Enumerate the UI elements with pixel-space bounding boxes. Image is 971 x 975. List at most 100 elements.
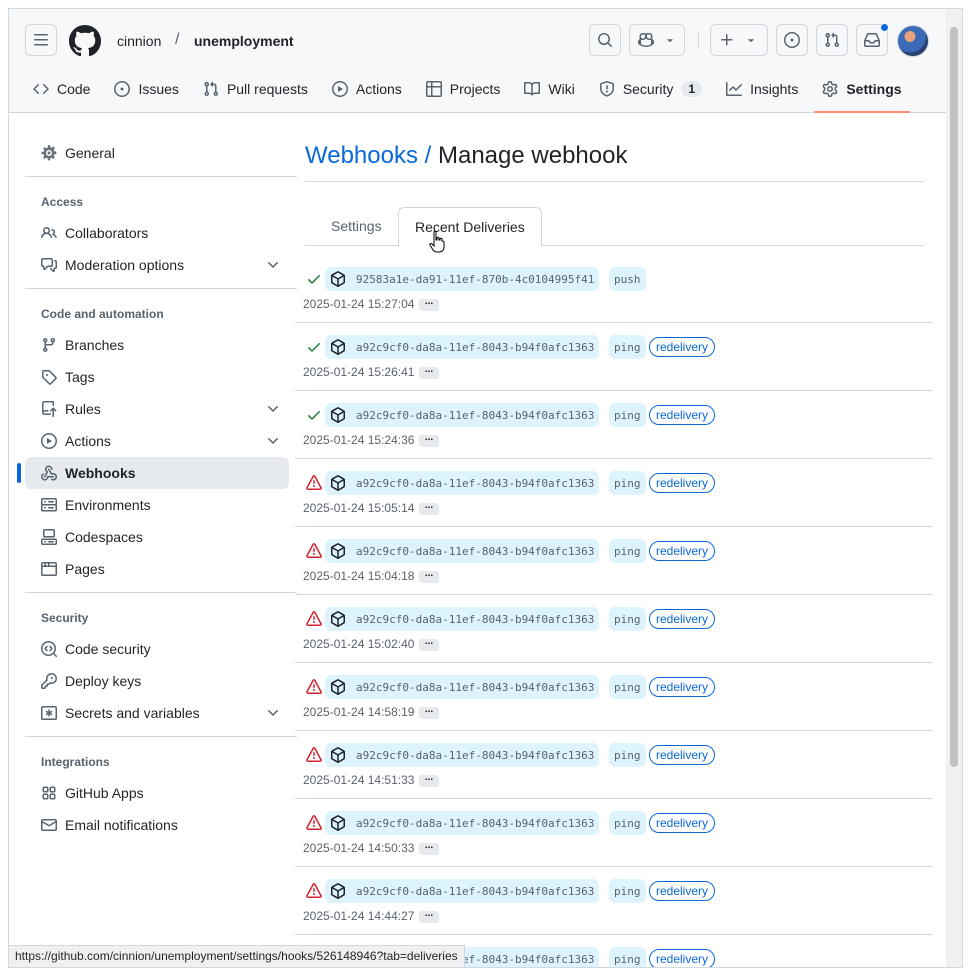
redelivery-badge: redelivery [649, 337, 716, 357]
delivery-guid[interactable]: a92c9cf0-da8a-11ef-8043-b94f0afc1363 [325, 335, 600, 359]
repo-header: cinnion / unemployment Code Issues Pull … [9, 9, 962, 113]
breadcrumb-owner[interactable]: cinnion [117, 33, 161, 49]
sidebar-item-webhooks[interactable]: Webhooks [17, 457, 289, 489]
delivery-guid[interactable]: a92c9cf0-da8a-11ef-8043-b94f0afc1363 [325, 403, 600, 427]
create-new-button[interactable] [710, 24, 768, 56]
delivery-row[interactable]: a92c9cf0-da8a-11ef-8043-b94f0afc1363 ping… [295, 391, 933, 459]
sidebar-item-code-security[interactable]: Code security [25, 633, 289, 665]
codescan-icon [41, 641, 57, 657]
delivery-guid-text: a92c9cf0-da8a-11ef-8043-b94f0afc1363 [356, 748, 595, 762]
sidebar-item-general[interactable]: General [25, 137, 289, 169]
delivery-time: 2025-01-24 14:51:33 [303, 773, 415, 787]
server-icon [41, 498, 57, 512]
avatar[interactable] [897, 25, 929, 57]
delivery-guid[interactable]: a92c9cf0-da8a-11ef-8043-b94f0afc1363 [325, 811, 600, 835]
sidebar-item-branches[interactable]: Branches [25, 329, 289, 361]
code-icon [33, 83, 49, 95]
delivery-more-button[interactable]: ... [419, 773, 439, 787]
delivery-row[interactable]: a92c9cf0-da8a-11ef-8043-b94f0afc1363 ping… [295, 663, 933, 731]
sidebar-item-email-notifications[interactable]: Email notifications [25, 809, 289, 841]
sidebar-item-label: Webhooks [65, 465, 136, 481]
sidebar-item-tags[interactable]: Tags [25, 361, 289, 393]
delivery-guid[interactable]: a92c9cf0-da8a-11ef-8043-b94f0afc1363 [325, 607, 600, 631]
check-icon [308, 275, 320, 284]
webhooks-breadcrumb-link[interactable]: Webhooks [305, 142, 418, 169]
sidebar-item-collaborators[interactable]: Collaborators [25, 217, 289, 249]
title-separator: / [417, 142, 438, 169]
sidebar-item-codespaces[interactable]: Codespaces [25, 521, 289, 553]
pull-requests-button[interactable] [816, 24, 848, 56]
delivery-more-button[interactable]: ... [419, 365, 439, 379]
delivery-event: ping [609, 539, 646, 563]
notification-indicator [880, 23, 889, 32]
delivery-time: 2025-01-24 15:04:18 [303, 569, 415, 583]
sidebar-item-secrets[interactable]: Secrets and variables [25, 697, 289, 729]
sidebar-item-github-apps[interactable]: GitHub Apps [25, 777, 289, 809]
delivery-more-button[interactable]: ... [419, 841, 439, 855]
tab-security-label: Security [622, 81, 674, 97]
vertical-scrollbar[interactable] [946, 9, 962, 967]
search-button[interactable] [589, 24, 621, 56]
sidebar-item-environments[interactable]: Environments [25, 489, 289, 521]
delivery-row[interactable]: a92c9cf0-da8a-11ef-8043-b94f0afc1363 ping… [295, 799, 933, 867]
breadcrumb-repo[interactable]: unemployment [194, 33, 294, 49]
delivery-row[interactable]: a92c9cf0-da8a-11ef-8043-b94f0afc1363 ping… [295, 323, 933, 391]
tab-settings[interactable]: Settings [814, 71, 910, 113]
check-icon [308, 343, 320, 352]
redelivery-badge: redelivery [649, 541, 716, 561]
tab-issues[interactable]: Issues [106, 71, 186, 107]
browser-status-url: https://github.com/cinnion/unemployment/… [9, 945, 465, 967]
main-content: Webhooks / Manage webhook Settings Recen… [295, 137, 933, 967]
alert-icon [306, 815, 322, 830]
delivery-more-button[interactable]: ... [419, 297, 439, 311]
delivery-row[interactable]: a92c9cf0-da8a-11ef-8043-b94f0afc1363 ping… [295, 527, 933, 595]
delivery-row[interactable]: a92c9cf0-da8a-11ef-8043-b94f0afc1363 ping… [295, 595, 933, 663]
delivery-more-button[interactable]: ... [419, 705, 439, 719]
delivery-guid[interactable]: a92c9cf0-da8a-11ef-8043-b94f0afc1363 [325, 743, 600, 767]
issues-button[interactable] [776, 24, 808, 56]
delivery-guid-text: a92c9cf0-da8a-11ef-8043-b94f0afc1363 [356, 544, 595, 558]
copilot-button[interactable] [629, 24, 685, 56]
tab-pull-requests[interactable]: Pull requests [195, 71, 316, 107]
subtab-recent-deliveries[interactable]: Recent Deliveries [398, 207, 542, 247]
delivery-guid[interactable]: a92c9cf0-da8a-11ef-8043-b94f0afc1363 [325, 471, 600, 495]
delivery-row[interactable]: a92c9cf0-da8a-11ef-8043-b94f0afc1363 ping… [295, 459, 933, 527]
delivery-more-button[interactable]: ... [419, 637, 439, 651]
menu-button[interactable] [25, 24, 57, 56]
tab-projects[interactable]: Projects [418, 71, 509, 107]
tab-code[interactable]: Code [25, 71, 98, 107]
delivery-time: 2025-01-24 14:50:33 [303, 841, 415, 855]
delivery-row[interactable]: a92c9cf0-da8a-11ef-8043-b94f0afc1363 ping… [295, 731, 933, 799]
delivery-more-button[interactable]: ... [419, 433, 439, 447]
delivery-guid-text: a92c9cf0-da8a-11ef-8043-b94f0afc1363 [356, 476, 595, 490]
tab-insights[interactable]: Insights [718, 71, 806, 107]
delivery-row[interactable]: a92c9cf0-da8a-11ef-8043-b94f0afc1363 ping… [295, 867, 933, 935]
subtab-settings[interactable]: Settings [315, 207, 398, 247]
tab-wiki-label: Wiki [548, 81, 575, 97]
delivery-guid[interactable]: a92c9cf0-da8a-11ef-8043-b94f0afc1363 [325, 675, 600, 699]
delivery-more-button[interactable]: ... [419, 501, 439, 515]
delivery-more-button[interactable]: ... [419, 909, 439, 923]
browser-viewport: cinnion / unemployment Code Issues Pull … [8, 8, 963, 968]
header-divider [698, 31, 699, 49]
tab-wiki[interactable]: Wiki [516, 71, 582, 107]
delivery-row[interactable]: 92583a1e-da91-11ef-870b-4c0104995f41 push… [295, 255, 933, 323]
delivery-guid[interactable]: a92c9cf0-da8a-11ef-8043-b94f0afc1363 [325, 539, 600, 563]
sidebar-item-label: Pages [65, 561, 105, 577]
github-logo-icon[interactable] [69, 25, 101, 57]
sidebar-item-actions[interactable]: Actions [25, 425, 289, 457]
delivery-guid[interactable]: a92c9cf0-da8a-11ef-8043-b94f0afc1363 [325, 879, 600, 903]
redelivery-badge: redelivery [649, 405, 716, 425]
tab-actions[interactable]: Actions [324, 71, 410, 107]
sidebar-item-rules[interactable]: Rules [25, 393, 289, 425]
sidebar-item-moderation[interactable]: Moderation options [25, 249, 289, 281]
sidebar-item-label: Environments [65, 497, 151, 513]
delivery-more-button[interactable]: ... [419, 569, 439, 583]
tab-security[interactable]: Security 1 [591, 71, 710, 107]
scrollbar-thumb[interactable] [950, 27, 958, 767]
delivery-guid[interactable]: 92583a1e-da91-11ef-870b-4c0104995f41 [325, 267, 600, 291]
sidebar-item-pages[interactable]: Pages [25, 553, 289, 585]
sidebar-item-deploy-keys[interactable]: Deploy keys [25, 665, 289, 697]
webhook-icon [41, 465, 57, 481]
chevron-down-icon [268, 438, 278, 444]
